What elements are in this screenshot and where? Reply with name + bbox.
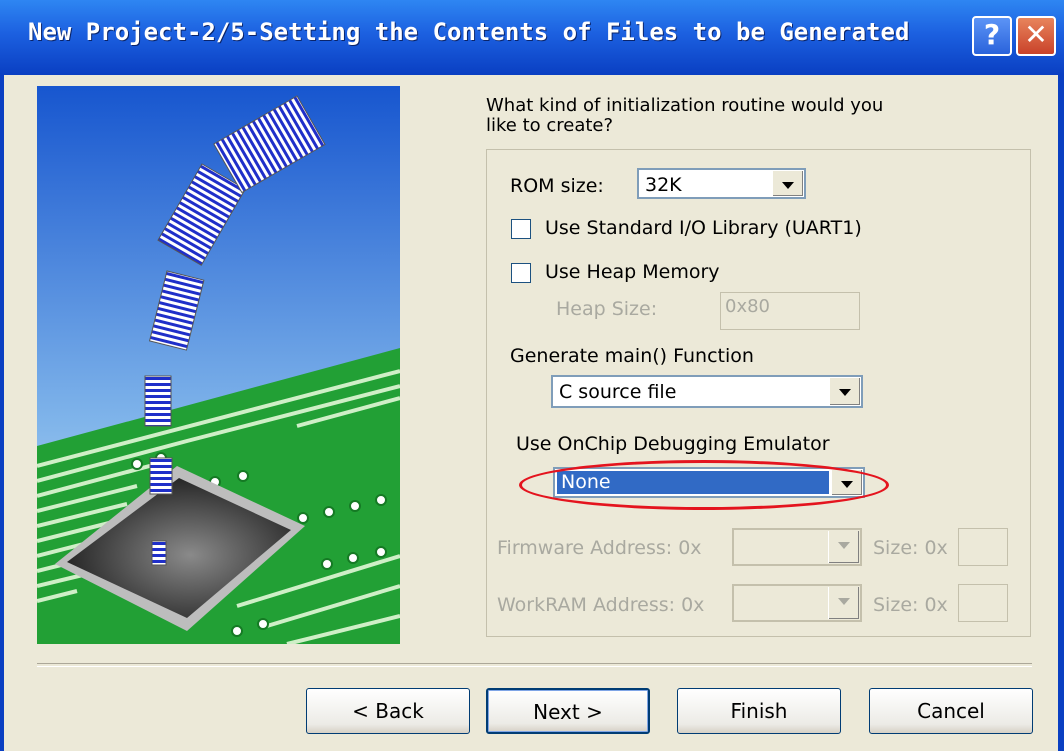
main-function-select[interactable]: C source file (551, 375, 863, 408)
dialog-window: New Project-2/5-Setting the Contents of … (0, 0, 1064, 751)
window-frame-right (1058, 75, 1064, 751)
workram-address-label: WorkRAM Address: 0x (497, 594, 705, 616)
main-function-label: Generate main() Function (510, 345, 754, 367)
workram-size-label: Size: 0x (873, 594, 948, 616)
chevron-down-icon[interactable] (772, 171, 803, 196)
footer-divider (37, 663, 1032, 667)
heap-size-value: 0x80 (725, 296, 771, 317)
chevron-down-icon[interactable] (828, 531, 859, 563)
window-title: New Project-2/5-Setting the Contents of … (28, 18, 910, 46)
cancel-button[interactable]: Cancel (869, 688, 1033, 734)
rom-size-select[interactable]: 32K (637, 168, 806, 199)
emulator-value: None (557, 471, 829, 494)
emulator-label: Use OnChip Debugging Emulator (516, 433, 830, 455)
close-icon: ✕ (1024, 18, 1048, 51)
main-function-value: C source file (559, 381, 677, 403)
next-button[interactable]: Next > (486, 688, 650, 734)
heap-label: Use Heap Memory (545, 261, 720, 283)
heap-size-input[interactable]: 0x80 (720, 292, 860, 330)
question-text: What kind of initialization routine woul… (486, 95, 884, 136)
chevron-down-icon[interactable] (831, 470, 862, 495)
back-button[interactable]: < Back (306, 688, 470, 734)
title-bar[interactable]: New Project-2/5-Setting the Contents of … (0, 0, 1064, 75)
std-io-label: Use Standard I/O Library (UART1) (545, 217, 862, 239)
heap-size-label: Heap Size: (556, 298, 658, 320)
firmware-address-label: Firmware Address: 0x (497, 537, 702, 559)
help-button[interactable]: ? (972, 16, 1012, 56)
chevron-down-icon[interactable] (828, 587, 859, 619)
firmware-size-input[interactable] (958, 528, 1008, 566)
workram-size-input[interactable] (958, 584, 1008, 622)
workram-address-select[interactable] (732, 584, 862, 622)
std-io-checkbox[interactable] (511, 219, 531, 239)
wizard-illustration (37, 86, 400, 644)
window-frame-left (0, 75, 4, 751)
rom-size-label: ROM size: (510, 175, 604, 197)
chevron-down-icon[interactable] (829, 378, 860, 405)
finish-button[interactable]: Finish (677, 688, 841, 734)
firmware-address-select[interactable] (732, 528, 862, 566)
help-icon: ? (983, 18, 1001, 51)
firmware-size-label: Size: 0x (873, 537, 948, 559)
close-button[interactable]: ✕ (1016, 16, 1056, 56)
rom-size-value: 32K (645, 174, 682, 196)
emulator-select[interactable]: None (553, 467, 865, 498)
heap-checkbox[interactable] (511, 263, 531, 283)
